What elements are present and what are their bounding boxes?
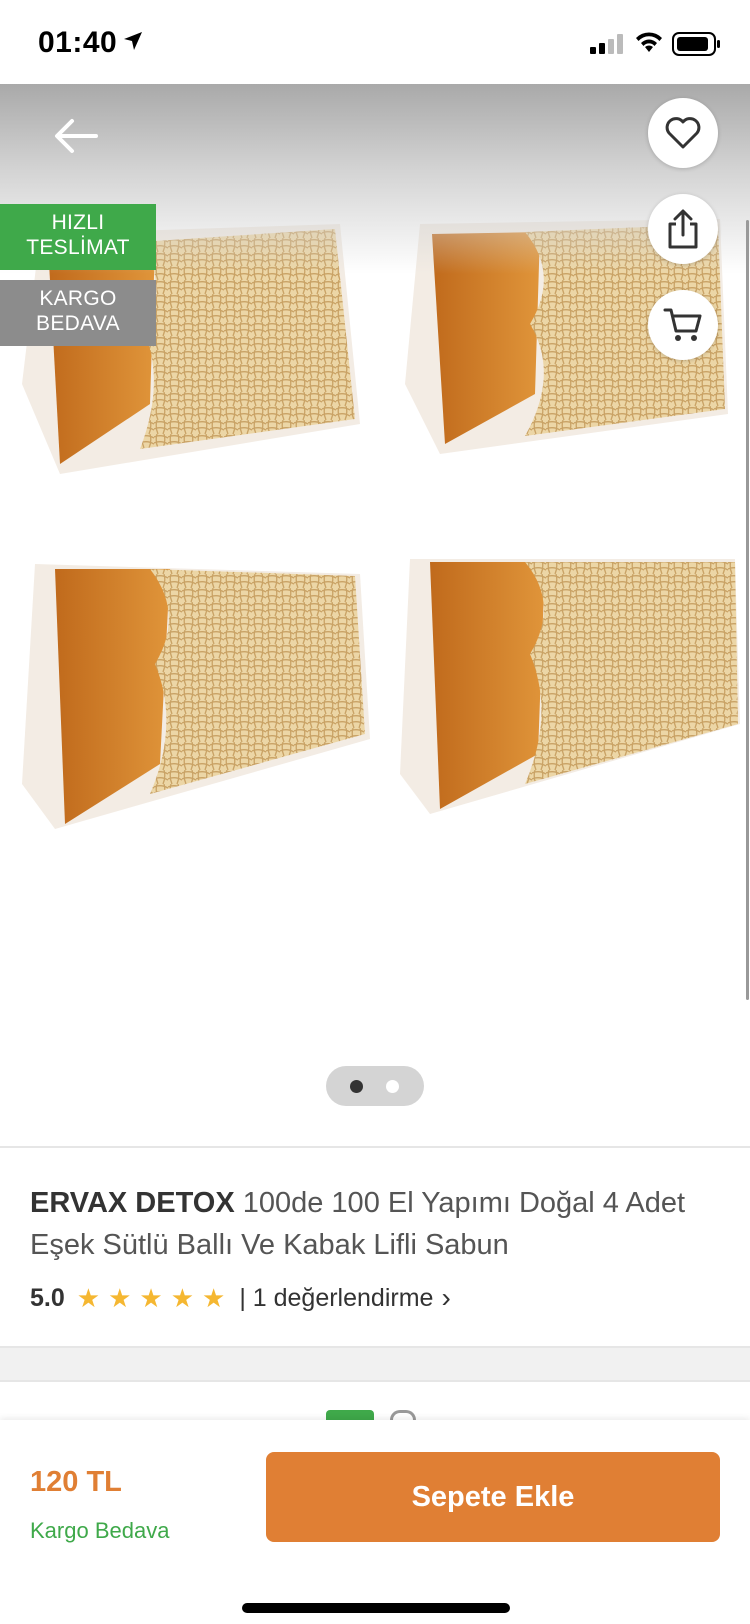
partial-badge <box>326 1410 374 1420</box>
section-separator <box>0 1348 750 1380</box>
location-arrow-icon <box>124 32 142 50</box>
price: 120 TL <box>30 1466 122 1498</box>
free-shipping-badge: KARGO BEDAVA <box>0 280 156 346</box>
divider <box>0 1380 750 1382</box>
cart-button[interactable] <box>648 290 718 360</box>
gallery-page-indicator[interactable] <box>326 1066 424 1106</box>
star-icon: ★ <box>170 1282 195 1313</box>
soap-bar-image <box>400 559 740 814</box>
star-icon: ★ <box>76 1282 101 1313</box>
status-bar: 01:40 <box>0 0 750 84</box>
share-button[interactable] <box>648 194 718 264</box>
back-arrow-icon[interactable] <box>52 112 100 160</box>
status-time: 01:40 <box>38 26 118 59</box>
favorite-button[interactable] <box>648 98 718 168</box>
reviews-link[interactable]: | 1 değerlendirme <box>239 1284 433 1313</box>
heart-icon <box>665 117 701 149</box>
product-title: ERVAX DETOX 100de 100 El Yapımı Doğal 4 … <box>30 1182 720 1266</box>
shipping-info: Kargo Bedava <box>30 1518 170 1543</box>
page-dot[interactable] <box>386 1080 399 1093</box>
fast-delivery-badge: HIZLI TESLİMAT <box>0 204 156 270</box>
divider <box>0 1146 750 1148</box>
page-dot-active[interactable] <box>350 1080 363 1093</box>
home-indicator[interactable] <box>242 1603 510 1613</box>
rating-score: 5.0 <box>30 1283 65 1312</box>
rating-row[interactable]: 5.0 ★ ★ ★ ★ ★ | 1 değerlendirme › <box>30 1280 451 1316</box>
product-image-gallery[interactable]: HIZLI TESLİMAT KARGO BEDAVA <box>0 84 750 1147</box>
share-icon <box>668 209 698 249</box>
product-brand[interactable]: ERVAX DETOX <box>30 1187 235 1219</box>
star-icon: ★ <box>108 1282 132 1313</box>
bottom-purchase-bar: 120 TL Kargo Bedava Sepete Ekle <box>0 1420 750 1624</box>
chevron-right-icon: › <box>441 1282 451 1313</box>
star-icon: ★ <box>139 1282 163 1313</box>
add-to-cart-button[interactable]: Sepete Ekle <box>266 1452 720 1542</box>
cart-icon <box>663 308 702 341</box>
star-icon: ★ <box>202 1282 226 1313</box>
info-icon <box>390 1410 416 1420</box>
battery-icon <box>672 32 720 56</box>
soap-bar-image <box>22 564 370 829</box>
gallery-scrollbar <box>746 220 749 1000</box>
wifi-icon <box>636 32 662 52</box>
cellular-signal-icon <box>590 34 623 54</box>
